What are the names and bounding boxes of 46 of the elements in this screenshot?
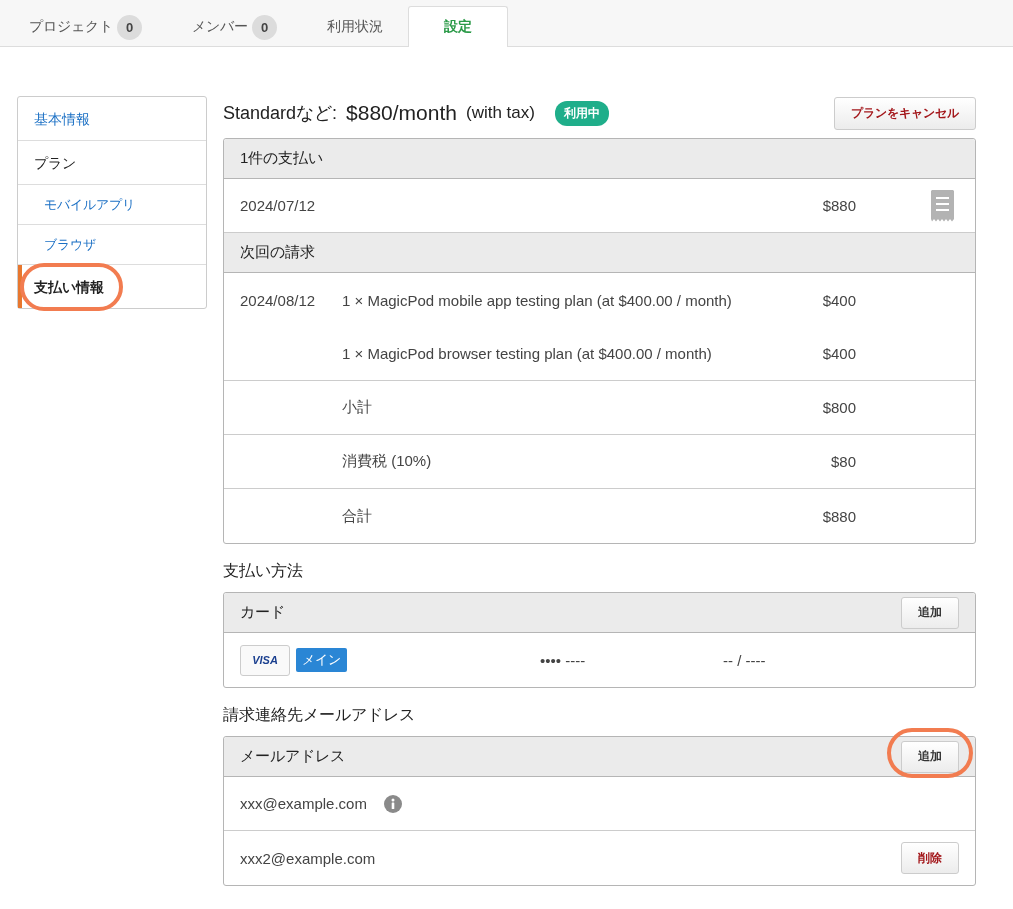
status-badge: 利用中 [554,100,609,126]
tab[interactable]: プロジェクト 0 [4,6,167,47]
description-cell-text: 消費税 (10%) [342,452,433,471]
email-address: xxx2@example.com [240,849,376,867]
description-cell-text: 合計 [342,506,373,526]
receipt-icon[interactable] [931,189,954,222]
sidebar-item[interactable]: 支払い情報 [18,265,206,308]
plan-price: $880/month [346,101,457,125]
header-title: カード [240,603,285,622]
amount-cell-text: $80 [829,453,856,470]
tab[interactable]: メンバー 0 [167,6,302,47]
tab[interactable]: 利用状況 [302,6,408,47]
description-cell-text: 小計 [342,398,373,417]
amount-cell-text: $880 [821,507,856,525]
count-badge: 0 [252,14,277,40]
sidebar-item[interactable]: モバイルアプリ [18,185,206,225]
card-number: •••• ---- [540,651,587,669]
count-badge: 0 [117,14,142,40]
sidebar-item[interactable]: ブラウザ [18,225,206,265]
sidebar-item[interactable]: プラン [18,141,206,185]
tab[interactable]: 設定 [408,6,508,47]
header-title: 次回の請求 [240,243,315,262]
date-cell-text: 2024/08/12 [240,291,317,309]
email-address: xxx@example.com [240,795,367,812]
section-title: 支払い方法 [223,561,304,581]
add-button[interactable]: 追加 [901,740,959,773]
date-cell-text: 2024/07/12 [240,197,317,214]
amount-cell-text: $800 [821,399,856,416]
plan-name: Standardなど: [223,102,338,125]
info-icon[interactable] [383,794,402,813]
cancel-plan-button[interactable]: プランをキャンセル [834,96,976,130]
add-button[interactable]: 追加 [901,596,959,629]
section-title: 請求連絡先メールアドレス [223,705,416,725]
header-title: 1件の支払い [240,149,324,168]
card-brand-logo: VISA [240,644,290,676]
description-cell-text: 1 × MagicPod mobile app testing plan (at $400.00 / month) [342,291,733,309]
main-badge: メイン [296,648,347,672]
amount-cell-text: $400 [821,345,856,362]
tax-note: (with tax) [466,103,535,123]
description-cell-text: 1 × MagicPod browser testing plan (at $400.00 / month) [342,345,713,362]
amount-cell-text: $400 [821,291,856,309]
amount-cell-text: $880 [821,197,856,214]
card-expiry: -- / ---- [723,651,767,669]
sidebar-item[interactable]: 基本情報 [18,97,206,141]
delete-button[interactable]: 削除 [901,842,959,874]
header-title: メールアドレス [240,747,345,766]
